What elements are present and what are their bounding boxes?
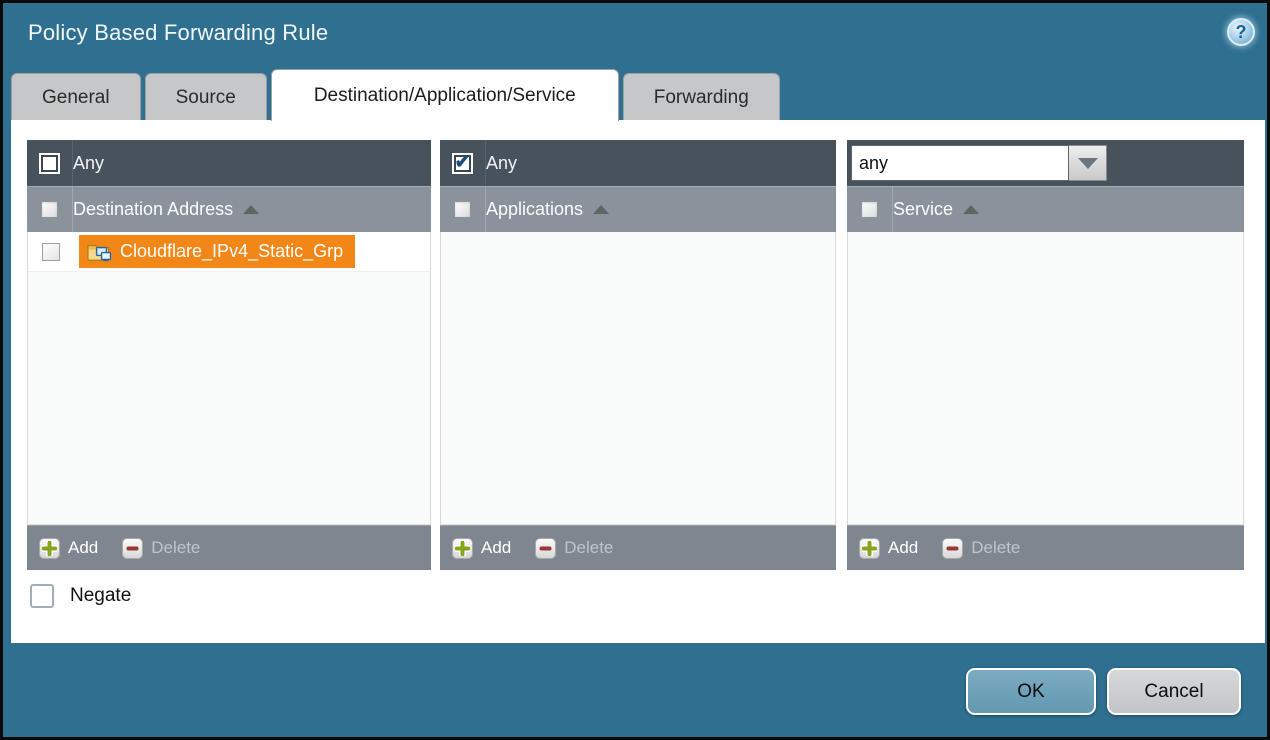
help-icon[interactable]: ? [1227, 18, 1255, 46]
applications-footer: Add Delete [440, 525, 836, 570]
destination-delete-button[interactable]: Delete [122, 538, 200, 559]
service-dropdown[interactable]: any [851, 145, 1107, 181]
destination-item-label: Cloudflare_IPv4_Static_Grp [120, 241, 343, 262]
service-header[interactable]: Service [893, 199, 953, 220]
applications-header[interactable]: Applications [486, 199, 583, 220]
tab-source[interactable]: Source [145, 73, 267, 121]
service-footer: Add Delete [847, 525, 1244, 570]
pbf-rule-dialog: Policy Based Forwarding Rule ? General S… [0, 0, 1270, 740]
cancel-button[interactable]: Cancel [1107, 668, 1241, 715]
applications-select-all-checkbox[interactable] [454, 201, 471, 218]
destination-address-column: Any Destination Address [27, 140, 431, 570]
applications-any-label: Any [486, 153, 517, 174]
minus-icon [535, 538, 556, 559]
destination-add-button[interactable]: Add [39, 538, 98, 559]
applications-delete-button[interactable]: Delete [535, 538, 613, 559]
sort-ascending-icon [593, 205, 609, 214]
tab-general[interactable]: General [11, 73, 141, 121]
tab-destination-application-service[interactable]: Destination/Application/Service [271, 69, 619, 121]
destination-address-header-row: Destination Address [27, 186, 431, 232]
service-any-bar: any [847, 140, 1244, 186]
plus-icon [452, 538, 473, 559]
applications-add-button[interactable]: Add [452, 538, 511, 559]
destination-address-list: Cloudflare_IPv4_Static_Grp [27, 232, 431, 525]
chevron-down-icon [1078, 158, 1098, 169]
destination-footer: Add Delete [27, 525, 431, 570]
destination-any-bar: Any [27, 140, 431, 186]
service-list [847, 232, 1244, 525]
address-group-icon [87, 241, 112, 262]
negate-checkbox[interactable] [30, 584, 54, 608]
checkmark-icon: ✔ [455, 153, 471, 172]
sort-ascending-icon [243, 205, 259, 214]
applications-column: ✔ Any Applications Add [440, 140, 836, 570]
applications-header-row: Applications [440, 186, 836, 232]
destination-any-label: Any [73, 153, 104, 174]
service-dropdown-value[interactable]: any [851, 145, 1069, 181]
service-column: any Service Add [847, 140, 1244, 570]
negate-label: Negate [70, 585, 131, 607]
tab-forwarding[interactable]: Forwarding [623, 73, 780, 121]
tab-bar: General Source Destination/Application/S… [11, 69, 780, 121]
applications-any-checkbox[interactable]: ✔ [452, 153, 473, 174]
service-dropdown-button[interactable] [1069, 145, 1107, 181]
destination-address-header[interactable]: Destination Address [73, 199, 233, 220]
table-row[interactable]: Cloudflare_IPv4_Static_Grp [28, 232, 430, 272]
applications-any-bar: ✔ Any [440, 140, 836, 186]
minus-icon [122, 538, 143, 559]
destination-row-checkbox[interactable] [42, 243, 60, 261]
plus-icon [859, 538, 880, 559]
destination-any-checkbox[interactable] [39, 153, 60, 174]
destination-select-all-checkbox[interactable] [41, 201, 58, 218]
negate-row: Negate [30, 584, 131, 608]
service-add-button[interactable]: Add [859, 538, 918, 559]
minus-icon [942, 538, 963, 559]
dialog-title: Policy Based Forwarding Rule [28, 20, 328, 46]
applications-list [440, 232, 836, 525]
ok-button[interactable]: OK [966, 668, 1096, 715]
sort-ascending-icon [963, 205, 979, 214]
destination-item[interactable]: Cloudflare_IPv4_Static_Grp [79, 235, 355, 268]
service-select-all-checkbox[interactable] [861, 201, 878, 218]
service-header-row: Service [847, 186, 1244, 232]
service-delete-button[interactable]: Delete [942, 538, 1020, 559]
plus-icon [39, 538, 60, 559]
